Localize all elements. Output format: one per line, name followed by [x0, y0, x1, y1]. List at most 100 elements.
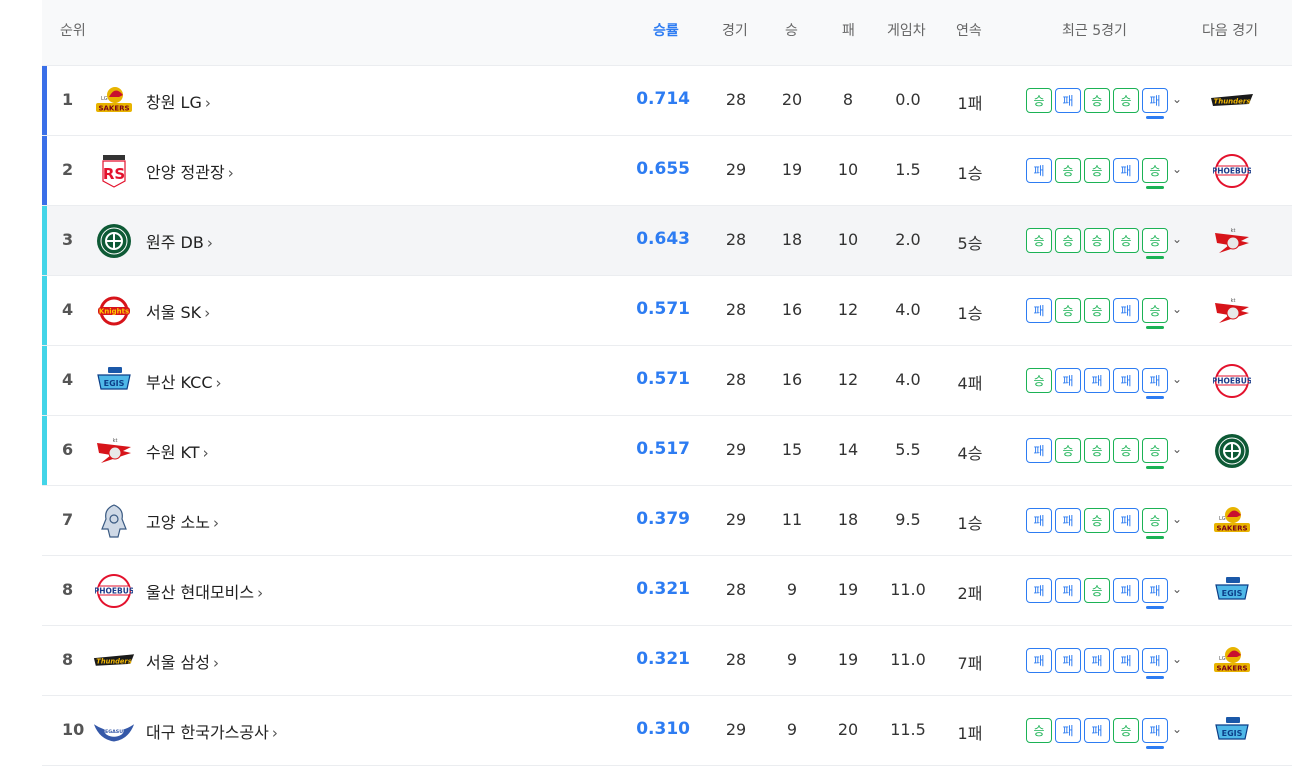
losses: 20 [837, 720, 859, 739]
rank-number: 4 [62, 370, 74, 389]
table-row: 1 SAKERS LG 창원 LG › 0.714 28 20 8 0.0 1패 승 패 승 승 패 ⌄ Thun… [42, 66, 1292, 136]
result-badge: 승 [1084, 438, 1110, 463]
recent-results: 패패승패승 [1026, 508, 1168, 539]
games-played: 28 [725, 370, 747, 389]
team-logo-icon [92, 221, 136, 261]
streak: 1승 [957, 304, 983, 323]
chevron-down-icon[interactable]: ⌄ [1172, 92, 1182, 106]
chevron-down-icon[interactable]: ⌄ [1172, 372, 1182, 386]
result-badge: 승 [1142, 298, 1168, 329]
result-badge: 승 [1084, 228, 1110, 253]
result-badge: 승 [1084, 158, 1110, 183]
result-badge: 패 [1142, 718, 1168, 749]
result-badge: 패 [1113, 508, 1139, 533]
result-badge: 패 [1055, 718, 1081, 743]
chevron-down-icon[interactable]: ⌄ [1172, 722, 1182, 736]
svg-text:PHOEBUS: PHOEBUS [1213, 167, 1251, 176]
team-name-link[interactable]: 부산 KCC › [146, 369, 222, 393]
losses: 8 [842, 90, 854, 109]
result-badge: 패 [1113, 368, 1139, 393]
rank-number: 2 [62, 160, 74, 179]
next-opponent-logo-icon[interactable]: PHOEBUS [1206, 151, 1258, 191]
result-badge: 승 [1026, 718, 1052, 743]
result-badge: 승 [1084, 508, 1110, 533]
chevron-down-icon[interactable]: ⌄ [1172, 232, 1182, 246]
games-played: 29 [725, 510, 747, 529]
win-pct: 0.321 [636, 649, 690, 669]
next-opponent-logo-icon[interactable]: EGIS [1206, 711, 1258, 751]
next-opponent-logo-icon[interactable]: kt [1206, 291, 1258, 331]
chevron-down-icon[interactable]: ⌄ [1172, 652, 1182, 666]
next-opponent-logo-icon[interactable] [1206, 431, 1258, 471]
wins: 16 [781, 370, 803, 389]
games-behind: 5.5 [895, 440, 921, 459]
qualification-bar [42, 206, 47, 275]
table-row: 3 원주 DB › 0.643 28 18 10 2.0 5승 승 승 승 승 승 ⌄ kt [42, 206, 1292, 276]
table-row: 8 PHOEBUS 울산 현대모비스 › 0.321 28 9 19 11.0 2패 패 패 승 패 패 ⌄ E… [42, 556, 1292, 626]
chevron-down-icon[interactable]: ⌄ [1172, 442, 1182, 456]
team-name-link[interactable]: 수원 KT › [146, 439, 209, 463]
svg-text:SAKERS: SAKERS [98, 105, 129, 113]
team-logo-icon [92, 501, 136, 541]
next-opponent-logo-icon[interactable]: Thunders [1206, 81, 1258, 121]
next-opponent-logo-icon[interactable]: SAKERS LG [1206, 501, 1258, 541]
chevron-right-icon: › [227, 164, 234, 182]
team-name-link[interactable]: 서울 SK › [146, 299, 210, 323]
team-name: 대구 한국가스공사 [146, 723, 269, 742]
losses: 14 [837, 440, 859, 459]
losses: 18 [837, 510, 859, 529]
team-name-link[interactable]: 고양 소노 › [146, 509, 219, 533]
team-name-link[interactable]: 대구 한국가스공사 › [146, 719, 278, 743]
next-opponent-logo-icon[interactable]: kt [1206, 221, 1258, 261]
chevron-right-icon: › [202, 444, 209, 462]
result-badge: 패 [1084, 648, 1110, 673]
next-opponent-logo-icon[interactable]: EGIS [1206, 571, 1258, 611]
games-behind: 4.0 [895, 370, 921, 389]
result-badge: 승 [1026, 368, 1052, 393]
win-pct: 0.571 [636, 369, 690, 389]
games-behind: 11.5 [890, 720, 926, 739]
result-badge: 승 [1113, 88, 1139, 113]
svg-text:LG: LG [1219, 656, 1226, 662]
chevron-right-icon: › [257, 584, 264, 602]
result-badge: 패 [1026, 508, 1052, 533]
wins: 9 [786, 650, 798, 669]
recent-results: 승패패승패 [1026, 718, 1168, 749]
streak: 1승 [957, 514, 983, 533]
losses: 19 [837, 580, 859, 599]
team-name: 부산 KCC [146, 373, 213, 392]
result-badge: 패 [1113, 158, 1139, 183]
col-streak: 연속 [956, 23, 982, 39]
team-name-link[interactable]: 서울 삼성 › [146, 649, 219, 673]
result-badge: 승 [1142, 228, 1168, 259]
win-pct: 0.655 [636, 159, 690, 179]
col-pct[interactable]: 승률 [653, 20, 679, 40]
games-played: 29 [725, 160, 747, 179]
team-name-link[interactable]: 울산 현대모비스 › [146, 579, 263, 603]
rank-number: 10 [62, 720, 85, 739]
result-badge: 패 [1026, 298, 1052, 323]
chevron-right-icon: › [204, 94, 211, 112]
chevron-down-icon[interactable]: ⌄ [1172, 512, 1182, 526]
svg-text:Thunders: Thunders [96, 657, 131, 665]
chevron-down-icon[interactable]: ⌄ [1172, 582, 1182, 596]
team-name-link[interactable]: 창원 LG › [146, 89, 211, 113]
team-name-link[interactable]: 안양 정관장 › [146, 159, 234, 183]
games-behind: 2.0 [895, 230, 921, 249]
streak: 1패 [957, 724, 983, 743]
chevron-right-icon: › [271, 724, 278, 742]
next-opponent-logo-icon[interactable]: PHOEBUS [1206, 361, 1258, 401]
result-badge: 승 [1055, 298, 1081, 323]
team-name: 울산 현대모비스 [146, 583, 255, 602]
team-name-link[interactable]: 원주 DB › [146, 229, 213, 253]
result-badge: 승 [1026, 88, 1052, 113]
rank-number: 8 [62, 580, 74, 599]
team-logo-icon: RS [92, 151, 136, 191]
next-opponent-logo-icon[interactable]: SAKERS LG [1206, 641, 1258, 681]
qualification-bar [42, 416, 47, 485]
chevron-down-icon[interactable]: ⌄ [1172, 302, 1182, 316]
chevron-right-icon: › [212, 514, 219, 532]
recent-results: 패패승패패 [1026, 578, 1168, 609]
result-badge: 패 [1026, 438, 1052, 463]
chevron-down-icon[interactable]: ⌄ [1172, 162, 1182, 176]
